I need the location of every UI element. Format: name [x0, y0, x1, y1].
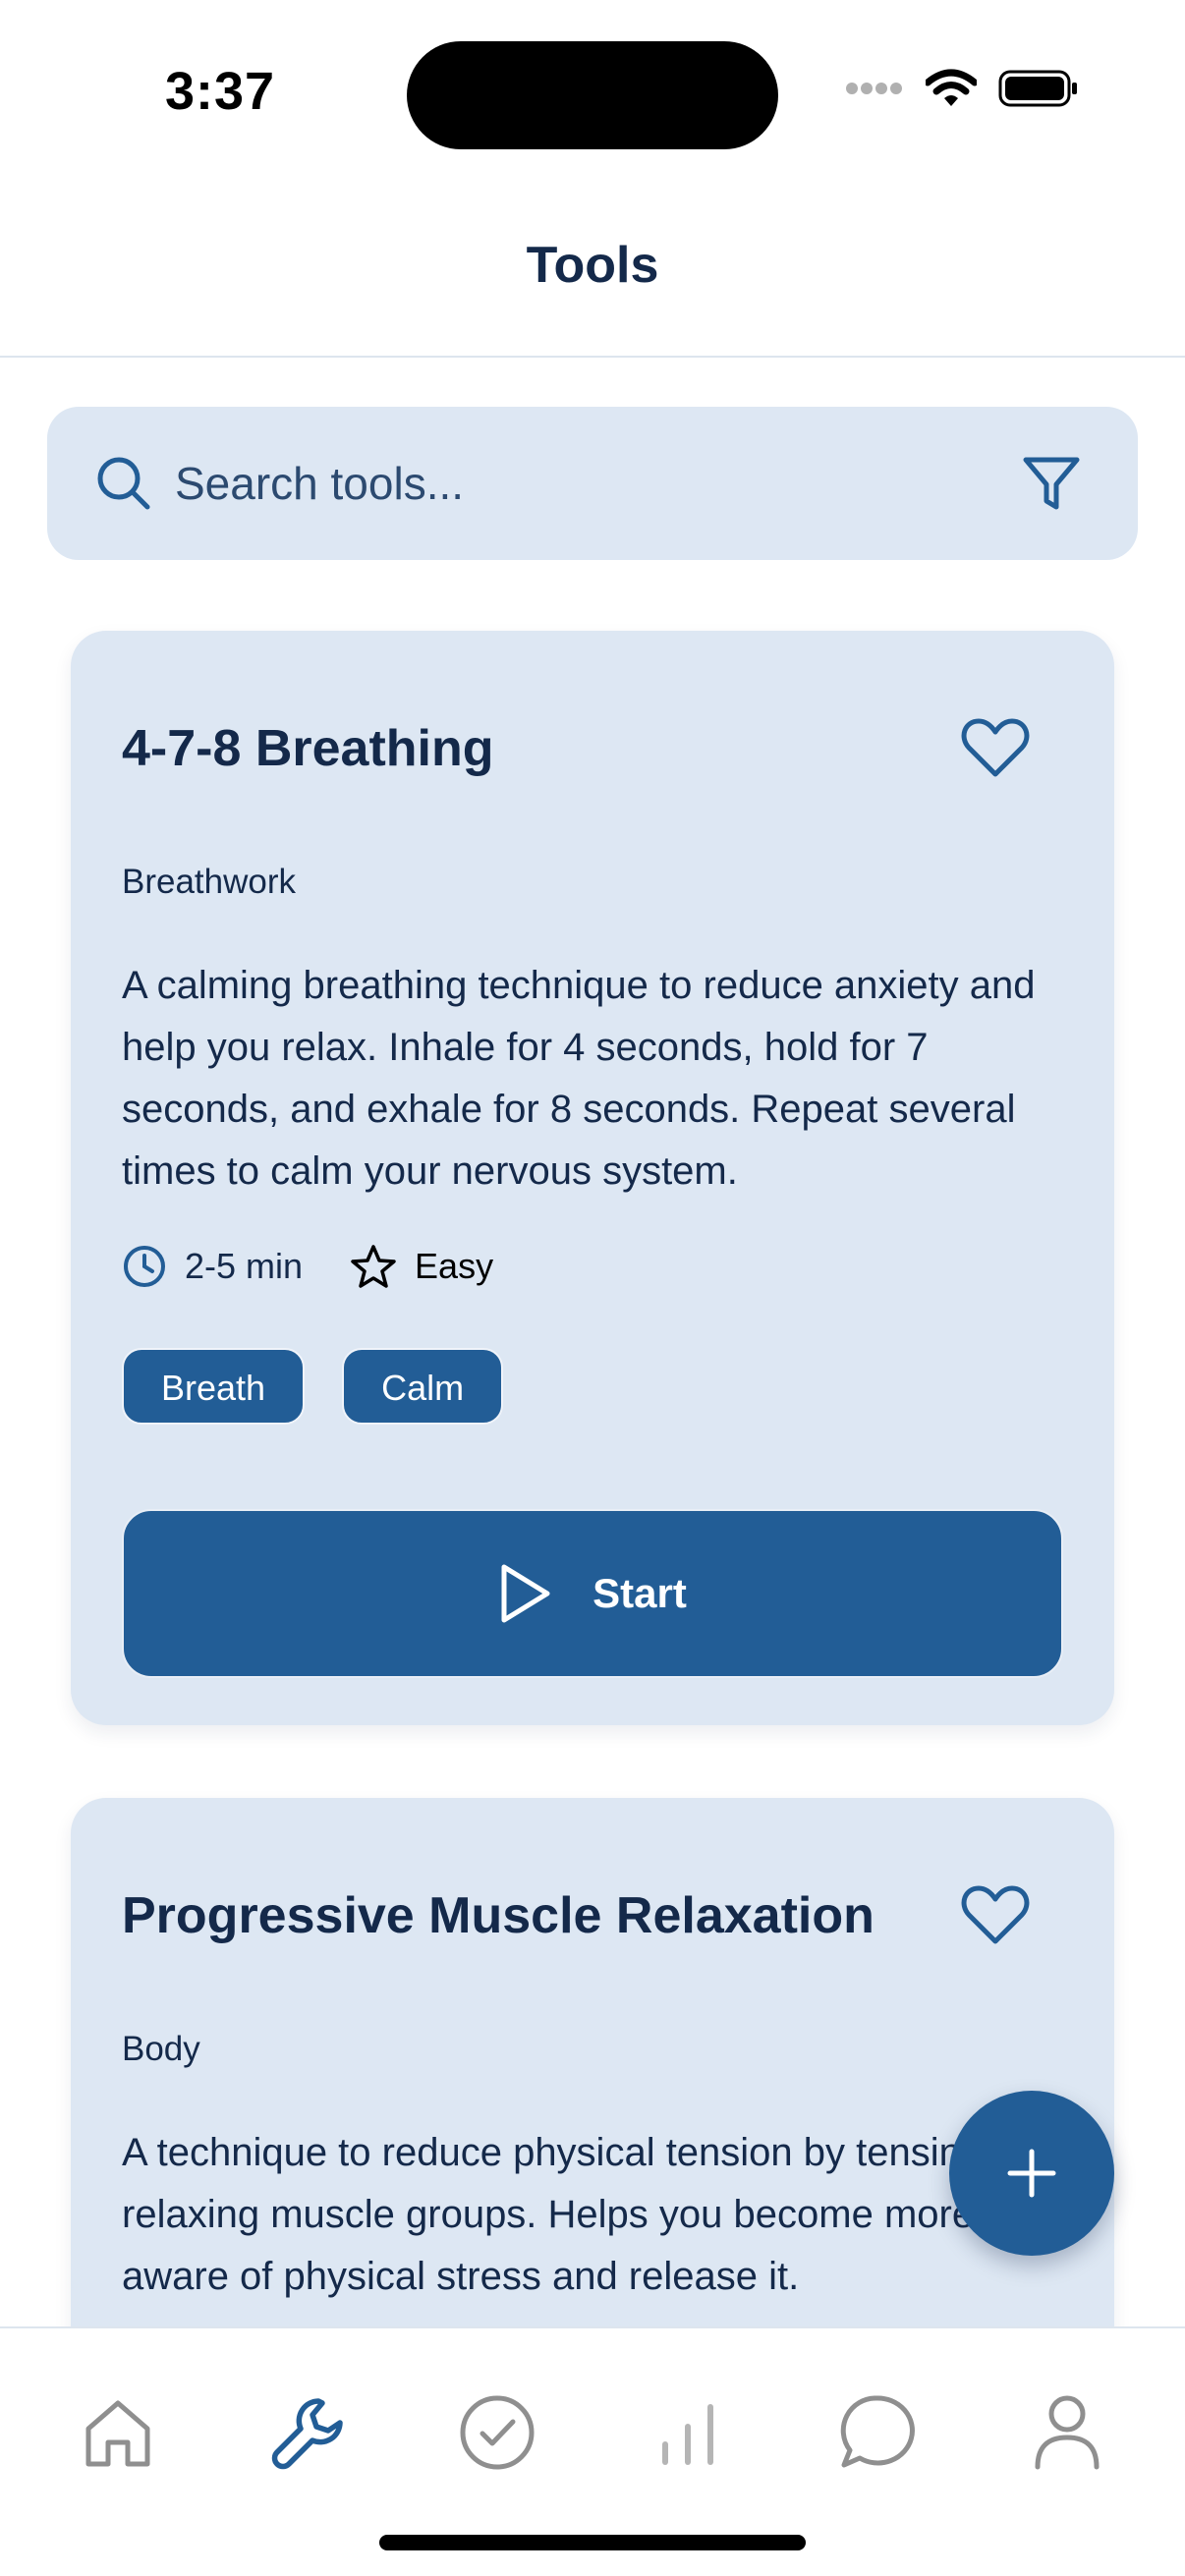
heart-icon[interactable]	[961, 717, 1030, 780]
tag-chip[interactable]: Calm	[342, 1348, 504, 1425]
header: Tools	[0, 196, 1185, 358]
tool-card[interactable]: 4-7-8 Breathing Breathwork A calming bre…	[71, 631, 1114, 1725]
tag-list: Breath Calm	[122, 1348, 504, 1425]
wrench-icon	[271, 2398, 343, 2470]
search-input[interactable]	[175, 442, 961, 525]
card-description: A technique to reduce physical tension b…	[122, 2131, 1059, 2298]
tab-progress[interactable]	[639, 2383, 737, 2482]
card-meta: 2-5 min Easy	[122, 1244, 540, 1289]
plus-icon	[1007, 2149, 1056, 2198]
add-tool-button[interactable]	[949, 2091, 1114, 2256]
search-bar	[47, 407, 1138, 560]
card-title: 4-7-8 Breathing	[122, 720, 494, 777]
clock-icon	[124, 1246, 165, 1287]
play-icon	[501, 1564, 550, 1623]
card-title: Progressive Muscle Relaxation	[122, 1887, 875, 1944]
difficulty-meta: Easy	[350, 1244, 493, 1289]
difficulty-text: Easy	[415, 1246, 494, 1286]
bar-chart-icon	[662, 2404, 713, 2465]
status-bar: 3:37	[0, 0, 1185, 187]
start-button[interactable]: Start	[122, 1509, 1063, 1678]
card-description: A calming breathing technique to reduce …	[122, 964, 1036, 1193]
start-label: Start	[592, 1570, 687, 1616]
chat-bubble-icon	[840, 2395, 915, 2468]
card-category: Body	[122, 2030, 200, 2068]
dynamic-island	[407, 41, 778, 149]
tab-tasks[interactable]	[448, 2383, 546, 2482]
card-category: Breathwork	[122, 863, 297, 901]
heart-icon[interactable]	[961, 1884, 1030, 1947]
battery-icon	[998, 70, 1077, 107]
tab-chat[interactable]	[827, 2383, 926, 2482]
search-icon	[97, 457, 150, 510]
status-time: 3:37	[165, 62, 276, 121]
status-icons	[845, 69, 1079, 108]
duration-meta: 2-5 min	[122, 1244, 303, 1289]
tag-chip[interactable]: Breath	[122, 1348, 306, 1425]
check-circle-icon	[460, 2395, 535, 2470]
star-icon	[351, 1245, 396, 1288]
wifi-icon	[926, 69, 977, 106]
tab-tools[interactable]	[259, 2383, 358, 2482]
tools-screen: 3:37 Tools Search tools... 4-7-8 Breathi…	[0, 0, 1185, 2576]
filter-icon[interactable]	[1020, 452, 1083, 515]
tab-home[interactable]	[69, 2383, 167, 2482]
profile-icon	[1035, 2395, 1100, 2470]
signal-dots-icon	[846, 83, 902, 94]
duration-text: 2-5 min	[185, 1246, 304, 1286]
home-icon	[85, 2400, 150, 2467]
tab-profile[interactable]	[1018, 2383, 1116, 2482]
page-title: Tools	[526, 237, 659, 294]
home-indicator[interactable]	[379, 2535, 806, 2550]
